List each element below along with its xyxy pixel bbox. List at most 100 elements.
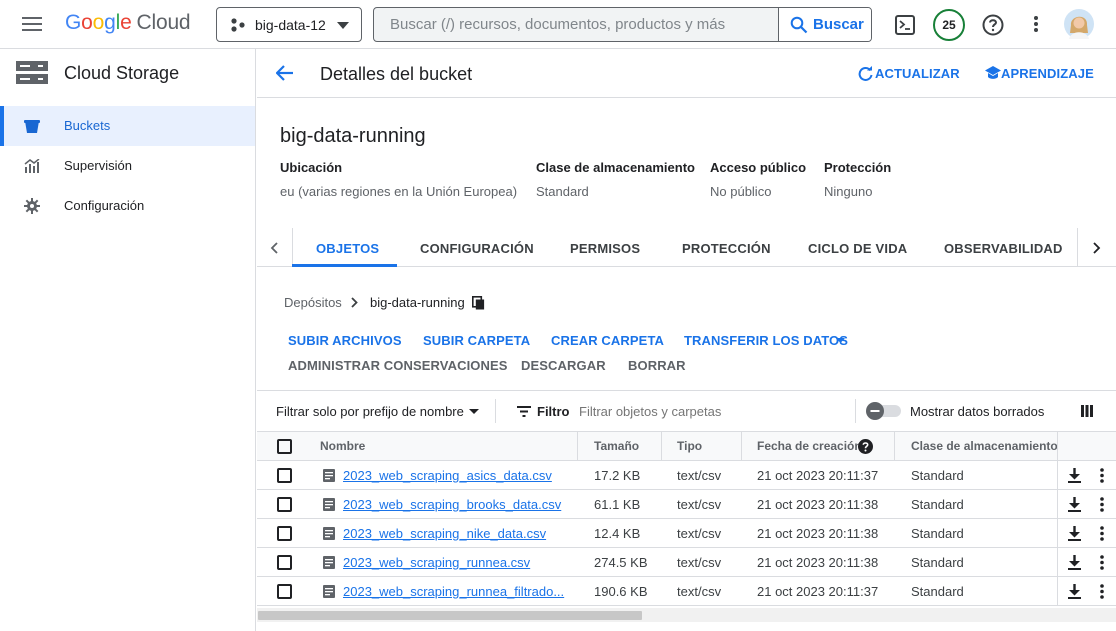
transfer-data-button[interactable]: TRANSFERIR LOS DATOS xyxy=(684,333,848,348)
column-divider xyxy=(894,432,895,461)
column-divider xyxy=(577,432,578,461)
search-icon xyxy=(790,16,808,34)
download-icon[interactable] xyxy=(1068,526,1081,541)
public-access-value: No público xyxy=(710,184,772,199)
location-label: Ubicación xyxy=(280,160,343,175)
delete-button[interactable]: BORRAR xyxy=(628,358,686,373)
learn-button[interactable]: APRENDIZAJE xyxy=(985,66,1094,81)
search-box: Buscar xyxy=(373,7,872,42)
filter-input[interactable] xyxy=(579,399,851,423)
file-storage-class: Standard xyxy=(911,497,964,512)
row-checkbox[interactable] xyxy=(277,497,292,512)
file-size: 61.1 KB xyxy=(594,497,641,512)
location-value: eu (varias regiones en la Unión Europea) xyxy=(280,184,518,199)
horizontal-scrollbar[interactable] xyxy=(258,611,642,620)
download-icon[interactable] xyxy=(1068,555,1081,570)
search-button[interactable]: Buscar xyxy=(778,8,871,41)
search-input[interactable] xyxy=(374,8,779,41)
tab-observability[interactable]: OBSERVABILIDAD xyxy=(944,241,1063,256)
more-vert-icon[interactable] xyxy=(1034,16,1038,32)
column-header-name[interactable]: Nombre xyxy=(320,439,365,453)
more-vert-icon[interactable] xyxy=(1100,526,1104,541)
copy-icon[interactable] xyxy=(472,296,485,310)
column-divider xyxy=(661,432,662,461)
row-checkbox[interactable] xyxy=(277,555,292,570)
notifications-badge[interactable]: 25 xyxy=(933,9,965,41)
file-size: 17.2 KB xyxy=(594,468,641,483)
select-all-checkbox[interactable] xyxy=(277,439,292,454)
file-size: 12.4 KB xyxy=(594,526,641,541)
active-tab-indicator xyxy=(292,264,397,267)
more-vert-icon[interactable] xyxy=(1100,468,1104,483)
download-icon[interactable] xyxy=(1068,468,1081,483)
download-icon[interactable] xyxy=(1068,497,1081,512)
file-storage-class: Standard xyxy=(911,584,964,599)
column-header-size[interactable]: Tamaño xyxy=(594,439,639,453)
download-button[interactable]: DESCARGAR xyxy=(521,358,606,373)
more-vert-icon[interactable] xyxy=(1100,497,1104,512)
column-divider xyxy=(1057,432,1058,461)
upload-files-button[interactable]: SUBIR ARCHIVOS xyxy=(288,333,402,348)
file-icon xyxy=(323,556,335,569)
file-name-link[interactable]: 2023_web_scraping_brooks_data.csv xyxy=(343,497,561,512)
table-row: 2023_web_scraping_nike_data.csv 12.4 KB … xyxy=(257,519,1116,548)
tab-protection[interactable]: PROTECCIÓN xyxy=(682,241,771,256)
google-cloud-logo[interactable]: Google Cloud xyxy=(65,11,191,35)
tab-permissions[interactable]: PERMISOS xyxy=(570,241,640,256)
prefix-filter-dropdown[interactable]: Filtrar solo por prefijo de nombre xyxy=(276,404,479,419)
chevron-left-icon[interactable] xyxy=(270,242,278,254)
file-icon xyxy=(323,498,335,511)
file-created: 21 oct 2023 20:11:38 xyxy=(757,555,879,570)
help-icon[interactable] xyxy=(982,14,1004,36)
school-icon xyxy=(985,66,1001,80)
column-divider xyxy=(1057,519,1058,548)
tab-configuration[interactable]: CONFIGURACIÓN xyxy=(420,241,534,256)
file-name-link[interactable]: 2023_web_scraping_runnea_filtrado... xyxy=(343,584,564,599)
back-arrow-icon[interactable] xyxy=(276,65,294,81)
table-row: 2023_web_scraping_runnea.csv 274.5 KB te… xyxy=(257,548,1116,577)
column-header-storage-class[interactable]: Clase de almacenamiento xyxy=(911,439,1058,453)
project-icon xyxy=(230,17,246,33)
bucket-icon xyxy=(24,118,40,134)
chevron-right-icon[interactable] xyxy=(1093,242,1101,254)
more-vert-icon[interactable] xyxy=(1100,584,1104,599)
file-name-link[interactable]: 2023_web_scraping_runnea.csv xyxy=(343,555,530,570)
row-checkbox[interactable] xyxy=(277,526,292,541)
file-name-link[interactable]: 2023_web_scraping_nike_data.csv xyxy=(343,526,546,541)
tab-objects[interactable]: OBJETOS xyxy=(316,241,379,256)
create-folder-button[interactable]: CREAR CARPETA xyxy=(551,333,664,348)
table-row: 2023_web_scraping_brooks_data.csv 61.1 K… xyxy=(257,490,1116,519)
protection-value: Ninguno xyxy=(824,184,873,199)
more-vert-icon[interactable] xyxy=(1100,555,1104,570)
upload-folder-button[interactable]: SUBIR CARPETA xyxy=(423,333,530,348)
row-checkbox[interactable] xyxy=(277,584,292,599)
sidebar-item-monitoring[interactable]: Supervisión xyxy=(0,146,255,186)
filter-bar: Filtrar solo por prefijo de nombre Filtr… xyxy=(257,390,1116,431)
sidebar-item-buckets[interactable]: Buckets xyxy=(0,106,255,146)
column-display-icon[interactable] xyxy=(1081,405,1093,417)
divider xyxy=(495,399,496,423)
show-deleted-toggle[interactable] xyxy=(865,402,903,420)
row-checkbox[interactable] xyxy=(277,468,292,483)
tab-divider xyxy=(1077,228,1078,266)
sidebar-item-settings[interactable]: Configuración xyxy=(0,186,255,226)
refresh-button[interactable]: ACTUALIZAR xyxy=(858,66,960,81)
top-bar: GoogleCloud big-data-12 Buscar 25 xyxy=(0,0,1116,49)
project-picker[interactable]: big-data-12 xyxy=(216,7,362,42)
tab-lifecycle[interactable]: CICLO DE VIDA xyxy=(808,241,907,256)
breadcrumb-root[interactable]: Depósitos xyxy=(284,295,342,310)
chevron-right-icon xyxy=(351,297,358,308)
bucket-name: big-data-running xyxy=(280,125,426,147)
column-header-type[interactable]: Tipo xyxy=(677,439,702,453)
sidebar-item-label: Buckets xyxy=(64,118,111,133)
avatar[interactable] xyxy=(1064,9,1094,39)
hamburger-menu-icon[interactable] xyxy=(22,16,42,32)
help-icon[interactable] xyxy=(858,439,873,454)
cloud-shell-icon[interactable] xyxy=(895,15,915,35)
column-header-created[interactable]: Fecha de creación xyxy=(757,439,862,453)
file-name-link[interactable]: 2023_web_scraping_asics_data.csv xyxy=(343,468,552,483)
breadcrumb-current: big-data-running xyxy=(370,295,465,310)
file-storage-class: Standard xyxy=(911,526,964,541)
download-icon[interactable] xyxy=(1068,584,1081,599)
manage-holds-button[interactable]: ADMINISTRAR CONSERVACIONES xyxy=(288,358,508,373)
